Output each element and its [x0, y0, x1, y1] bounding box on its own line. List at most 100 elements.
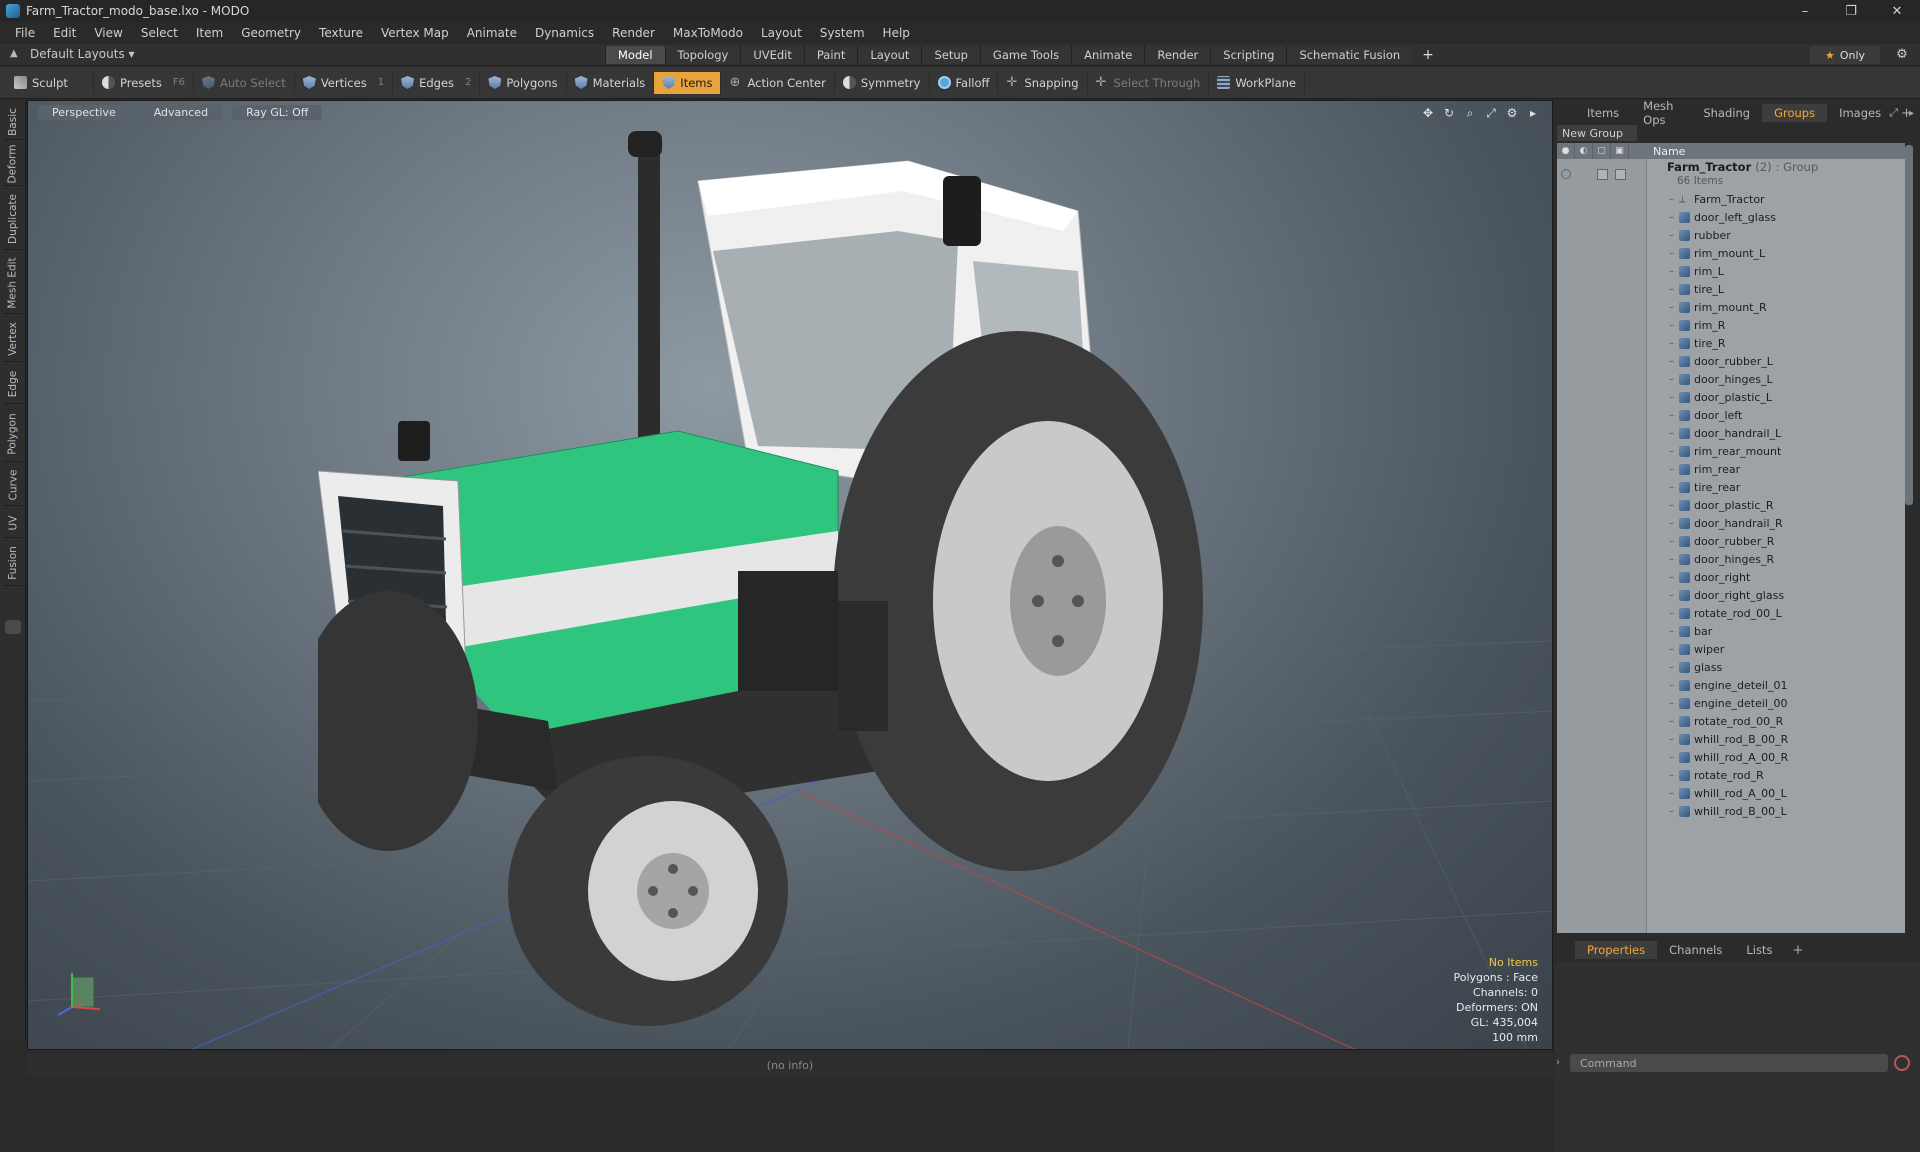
group-item-row[interactable]: – tire_R: [1669, 334, 1788, 352]
expand-panel-icon[interactable]: ⤢: [1889, 106, 1898, 120]
tab-uvedit[interactable]: UVEdit: [740, 46, 804, 64]
menu-system[interactable]: System: [811, 26, 874, 40]
eye-icon[interactable]: [1561, 169, 1571, 179]
menu-geometry[interactable]: Geometry: [232, 26, 310, 40]
group-item-row[interactable]: – door_handrail_R: [1669, 514, 1788, 532]
group-item-row[interactable]: – rotate_rod_00_L: [1669, 604, 1788, 622]
menu-vertex-map[interactable]: Vertex Map: [372, 26, 458, 40]
action-center-button[interactable]: ⊕ Action Center: [721, 71, 835, 94]
group-item-row[interactable]: – door_right_glass: [1669, 586, 1788, 604]
group-item-row[interactable]: – glass: [1669, 658, 1788, 676]
tool-tab-edge[interactable]: Edge: [3, 364, 23, 404]
tab-setup[interactable]: Setup: [921, 46, 980, 64]
close-button[interactable]: ✕: [1874, 0, 1920, 22]
tool-tab-fusion[interactable]: Fusion: [3, 540, 23, 586]
auto-select-button[interactable]: Auto Select: [194, 71, 295, 94]
falloff-button[interactable]: Falloff: [930, 71, 999, 94]
group-item-row[interactable]: – whill_rod_A_00_L: [1669, 784, 1788, 802]
group-item-row[interactable]: – door_right: [1669, 568, 1788, 586]
tab-paint[interactable]: Paint: [803, 46, 858, 64]
group-item-row[interactable]: – rim_mount_R: [1669, 298, 1788, 316]
tab-topology[interactable]: Topology: [664, 46, 741, 64]
command-stop-icon[interactable]: [1894, 1055, 1910, 1071]
tab-items[interactable]: Items: [1575, 104, 1631, 122]
select-column-icon[interactable]: ▣: [1611, 143, 1629, 159]
tab-groups[interactable]: Groups: [1762, 104, 1828, 122]
maximize-button[interactable]: ❐: [1828, 0, 1874, 22]
panel-menu-arrow-icon[interactable]: ▸: [1909, 108, 1914, 119]
3d-viewport[interactable]: Perspective Advanced Ray GL: Off ✥ ↻ ⌕ ⤢…: [27, 100, 1553, 1050]
tool-tab-deform[interactable]: Deform: [3, 142, 23, 186]
menu-render[interactable]: Render: [603, 26, 664, 40]
group-item-row[interactable]: – rim_rear: [1669, 460, 1788, 478]
tab-shading[interactable]: Shading: [1691, 104, 1762, 122]
snapping-button[interactable]: ✛ Snapping: [998, 71, 1088, 94]
group-item-row[interactable]: – door_rubber_L: [1669, 352, 1788, 370]
group-item-row[interactable]: – wiper: [1669, 640, 1788, 658]
menu-layout[interactable]: Layout: [752, 26, 811, 40]
edges-button[interactable]: Edges 2: [393, 71, 481, 94]
menu-file[interactable]: File: [6, 26, 44, 40]
group-item-row[interactable]: – rotate_rod_00_R: [1669, 712, 1788, 730]
menu-maxtomodo[interactable]: MaxToModo: [664, 26, 752, 40]
menu-view[interactable]: View: [85, 26, 131, 40]
presets-button[interactable]: Presets F6: [94, 71, 194, 94]
group-item-row[interactable]: – door_plastic_R: [1669, 496, 1788, 514]
workplane-button[interactable]: WorkPlane: [1209, 71, 1306, 94]
group-item-row[interactable]: – door_left: [1669, 406, 1788, 424]
menu-texture[interactable]: Texture: [310, 26, 372, 40]
menu-animate[interactable]: Animate: [458, 26, 526, 40]
group-item-row[interactable]: – rotate_rod_R: [1669, 766, 1788, 784]
only-toggle-button[interactable]: ★ Only: [1810, 46, 1880, 64]
tab-mesh-ops[interactable]: Mesh Ops: [1631, 99, 1691, 127]
add-properties-tab-button[interactable]: +: [1784, 943, 1811, 958]
tab-scripting[interactable]: Scripting: [1210, 46, 1287, 64]
vertices-button[interactable]: Vertices 1: [295, 71, 394, 94]
group-item-row[interactable]: – door_plastic_L: [1669, 388, 1788, 406]
tab-model[interactable]: Model: [605, 46, 665, 64]
gear-icon[interactable]: ⚙: [1894, 47, 1910, 63]
materials-button[interactable]: Materials: [567, 71, 655, 94]
tab-render[interactable]: Render: [1144, 46, 1211, 64]
menu-item[interactable]: Item: [187, 26, 232, 40]
group-item-row[interactable]: – bar: [1669, 622, 1788, 640]
menu-select[interactable]: Select: [132, 26, 187, 40]
tab-schematic-fusion[interactable]: Schematic Fusion: [1286, 46, 1413, 64]
items-button[interactable]: Items: [654, 71, 722, 94]
group-item-row[interactable]: – whill_rod_B_00_R: [1669, 730, 1788, 748]
group-item-row[interactable]: – rim_rear_mount: [1669, 442, 1788, 460]
tree-scrollbar[interactable]: [1905, 145, 1913, 505]
group-item-row[interactable]: – door_hinges_L: [1669, 370, 1788, 388]
render-column-icon[interactable]: ◐: [1575, 143, 1593, 159]
group-item-row[interactable]: – rim_L: [1669, 262, 1788, 280]
group-item-row[interactable]: – tire_L: [1669, 280, 1788, 298]
visibility-column-icon[interactable]: ●: [1557, 143, 1575, 159]
lock-column-icon[interactable]: ▢: [1593, 143, 1611, 159]
tab-properties[interactable]: Properties: [1575, 941, 1658, 959]
menu-dynamics[interactable]: Dynamics: [526, 26, 603, 40]
group-item-row[interactable]: – engine_deteil_00: [1669, 694, 1788, 712]
command-input[interactable]: Command: [1570, 1054, 1888, 1072]
polygons-button[interactable]: Polygons: [480, 71, 567, 94]
tool-tab-polygon[interactable]: Polygon: [3, 406, 23, 462]
group-row-farm-tractor[interactable]: Farm_Tractor (2) : Group: [1667, 160, 1818, 174]
lock-checkbox[interactable]: [1597, 169, 1608, 180]
tool-tab-mesh-edit[interactable]: Mesh Edit: [3, 252, 23, 314]
group-item-row[interactable]: – rubber: [1669, 226, 1788, 244]
collapse-arrow-icon[interactable]: ▲: [10, 48, 22, 60]
group-item-row[interactable]: – tire_rear: [1669, 478, 1788, 496]
new-group-button[interactable]: New Group: [1557, 125, 1637, 141]
tool-tab-basic[interactable]: Basic: [3, 104, 23, 140]
tool-tab-uv[interactable]: UV: [3, 508, 23, 538]
group-item-row[interactable]: – door_hinges_R: [1669, 550, 1788, 568]
add-tab-button[interactable]: +: [1412, 46, 1444, 64]
name-column-header[interactable]: Name: [1629, 145, 1685, 158]
symmetry-button[interactable]: Symmetry: [835, 71, 930, 94]
menu-edit[interactable]: Edit: [44, 26, 85, 40]
select-checkbox[interactable]: [1615, 169, 1626, 180]
tool-tab-vertex[interactable]: Vertex: [3, 316, 23, 362]
group-item-row[interactable]: – whill_rod_B_00_L: [1669, 802, 1788, 820]
toolbox-toggle-button[interactable]: [5, 620, 21, 634]
group-item-row[interactable]: – rim_mount_L: [1669, 244, 1788, 262]
tab-game-tools[interactable]: Game Tools: [979, 46, 1072, 64]
